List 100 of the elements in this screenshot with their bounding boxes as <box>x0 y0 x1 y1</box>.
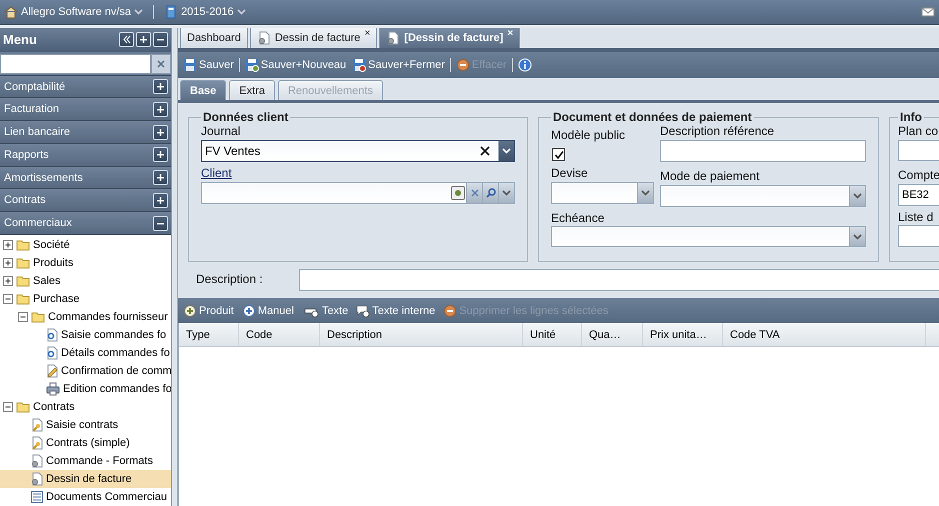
clear-button[interactable] <box>151 54 171 74</box>
menu-section[interactable]: Facturation <box>0 98 171 122</box>
toolbar-button[interactable]: Produit <box>182 304 235 318</box>
expand-toggle[interactable] <box>3 240 13 250</box>
menu-search-field[interactable] <box>0 54 151 74</box>
caret-icon <box>853 234 862 240</box>
dropdown-button[interactable] <box>498 183 514 203</box>
reference-field[interactable] <box>660 140 866 162</box>
close-icon[interactable]: × <box>507 28 514 39</box>
column-header[interactable]: Prix unita… <box>643 323 723 346</box>
toolbar-button[interactable]: Manuel <box>240 304 295 318</box>
info-icon <box>518 58 532 72</box>
column-header[interactable]: Description <box>320 323 523 346</box>
toolbar-button[interactable]: Texte interne <box>355 304 436 318</box>
speech-bubble-icon <box>356 304 370 318</box>
collapse-button[interactable] <box>119 32 134 48</box>
tree-item[interactable]: Produits <box>0 254 171 272</box>
add-button[interactable] <box>451 186 465 200</box>
mail-icon <box>921 5 935 19</box>
info-button[interactable] <box>516 58 533 72</box>
column-header[interactable]: Code TVA <box>723 323 926 346</box>
column-header[interactable]: Qua… <box>582 323 643 346</box>
toolbar-button[interactable]: Sauver+Fermer <box>351 58 446 72</box>
key-document-icon <box>30 436 44 450</box>
tree-item[interactable]: Saisie commandes fo <box>0 326 171 344</box>
panel-title: Info <box>899 110 923 124</box>
year-menu[interactable]: 2015-2016 <box>164 5 246 19</box>
clear-button[interactable] <box>466 183 482 203</box>
menu-section[interactable]: Commerciaux <box>0 212 171 235</box>
column-header[interactable]: Code <box>239 323 320 346</box>
dropdown-button[interactable] <box>849 227 865 246</box>
collapse-toggle[interactable] <box>18 312 28 322</box>
caret-icon <box>853 193 862 199</box>
tab[interactable]: [Dessin de facture] × <box>379 28 520 48</box>
tree-item[interactable]: Contrats (simple) <box>0 434 171 452</box>
menu-section[interactable]: Amortissements <box>0 166 171 190</box>
floppy-delete-icon <box>352 58 366 72</box>
toolbar-button[interactable]: Texte <box>300 304 350 318</box>
column-header[interactable]: Unité <box>523 323 582 346</box>
tree-item[interactable]: Purchase <box>0 290 171 308</box>
tab[interactable]: Dashboard <box>180 28 248 48</box>
field-label: Description référence <box>660 124 776 140</box>
collapse-all-button[interactable] <box>153 32 168 48</box>
tab[interactable]: Base <box>180 80 226 100</box>
tree-item[interactable]: Dessin de facture <box>0 470 171 488</box>
caret-icon <box>502 190 511 196</box>
close-icon <box>157 60 165 68</box>
dot-icon <box>454 189 462 197</box>
checkbox[interactable] <box>552 148 565 161</box>
column-header[interactable]: Type <box>179 323 239 346</box>
tree-item[interactable]: Détails commandes fo <box>0 344 171 362</box>
tree-item[interactable]: Edition commandes fo <box>0 380 171 398</box>
close-icon <box>470 189 478 197</box>
tree-item[interactable]: Confirmation de comm <box>0 362 171 380</box>
client-link[interactable]: Client <box>201 166 515 182</box>
tree-item[interactable]: Documents Commerciau <box>0 488 171 506</box>
field-label: Journal <box>201 124 242 140</box>
key-document-icon <box>30 418 44 432</box>
clear-icon[interactable] <box>480 146 490 156</box>
folder-icon <box>15 274 31 288</box>
toolbar-button[interactable]: Sauver+Nouveau <box>244 58 348 72</box>
client-combo[interactable] <box>201 182 515 204</box>
search-button[interactable] <box>482 183 498 203</box>
menu-section[interactable]: Contrats <box>0 189 171 212</box>
dropdown-button[interactable] <box>849 186 865 206</box>
menu-section[interactable]: Comptabilité <box>0 76 171 98</box>
collapse-toggle[interactable] <box>3 402 13 412</box>
tree-item[interactable]: Saisie contrats <box>0 416 171 434</box>
toolbar-button[interactable]: Sauver <box>182 58 235 72</box>
expand-all-button[interactable] <box>136 32 151 48</box>
menu-section[interactable]: Rapports <box>0 144 171 167</box>
caret-icon <box>641 190 650 196</box>
dropdown-button[interactable] <box>637 183 653 203</box>
account-field[interactable]: BE32 <box>898 184 939 206</box>
expand-toggle[interactable] <box>3 258 13 268</box>
printer-icon <box>45 382 61 396</box>
tree-item[interactable]: Contrats <box>0 398 171 416</box>
double-chevron-icon <box>122 35 131 44</box>
plus-icon <box>139 35 148 44</box>
menu-section[interactable]: Lien bancaire <box>0 121 171 144</box>
tree-item[interactable]: Société <box>0 236 171 254</box>
description-field[interactable] <box>298 269 939 291</box>
tree-item[interactable]: Commande - Formats <box>0 452 171 470</box>
panel-title: Données client <box>202 110 290 124</box>
close-icon[interactable]: × <box>364 28 370 39</box>
minus-circle-icon <box>456 58 470 72</box>
caret-icon <box>502 148 511 154</box>
journal-combo[interactable]: FV Ventes <box>201 140 515 162</box>
book-icon <box>164 5 178 19</box>
dropdown-button[interactable] <box>498 141 514 161</box>
company-menu[interactable]: Allegro Software nv/sa <box>4 5 144 19</box>
folder-icon <box>15 292 31 306</box>
tree-item[interactable]: Sales <box>0 272 171 290</box>
tab[interactable]: Extra <box>229 80 275 100</box>
collapse-toggle[interactable] <box>3 294 13 304</box>
document-icon <box>45 328 59 342</box>
tree-item[interactable]: Commandes fournisseur <box>0 308 171 326</box>
tab[interactable]: Dessin de facture × <box>250 28 378 48</box>
expand-toggle[interactable] <box>3 276 13 286</box>
field-label: Echéance <box>551 211 606 226</box>
